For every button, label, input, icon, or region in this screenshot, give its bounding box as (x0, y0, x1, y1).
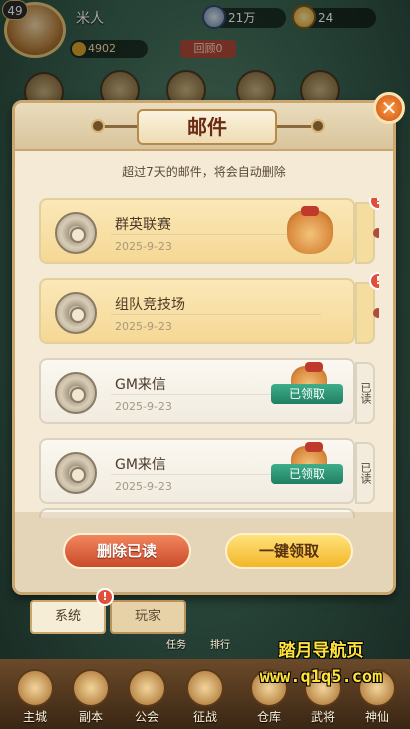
nav-label: 主城 (22, 710, 47, 724)
nav-label: 公会 (134, 710, 159, 724)
dialog-title: 邮件 (137, 109, 277, 145)
dialog-header: 邮件 (15, 103, 393, 151)
rank-label[interactable]: 排行 (210, 636, 230, 651)
mail-title: 群英联赛 (115, 217, 171, 233)
mail-date: 2025-9-23 (115, 480, 172, 493)
auto-delete-hint: 超过7天的邮件，将会自动删除 (122, 165, 286, 179)
system-gear-icon (55, 452, 97, 494)
nav-label: 征战 (192, 710, 217, 724)
nav-item-guild[interactable]: 公会 (122, 669, 172, 725)
mail-title: GM来信 (115, 457, 166, 473)
mail-title: GM来信 (115, 377, 166, 393)
task-label[interactable]: 任务 (166, 636, 186, 651)
divider (111, 314, 321, 315)
mail-date: 2025-9-23 (115, 320, 172, 333)
title-rod (99, 125, 139, 128)
close-icon[interactable]: ✕ (373, 92, 405, 124)
reward-bag-icon (287, 206, 333, 254)
system-gear-icon (55, 292, 97, 334)
read-side-tab: 已读 (355, 442, 375, 504)
claimed-tag: 已领取 (271, 464, 343, 484)
side-pin-icon (373, 228, 379, 238)
guild-icon (128, 669, 166, 707)
mail-item[interactable]: 组队竞技场 2025-9-23 ! (39, 272, 379, 344)
watermark-line2: www.q1q5.com (259, 667, 383, 687)
mail-side-tab (355, 202, 375, 264)
nav-item-main-city[interactable]: 主城 (10, 669, 60, 725)
rod-knob (311, 119, 325, 133)
city-icon (16, 669, 54, 707)
mail-item[interactable]: GM来信 2025-9-23 已领取 已读 (39, 438, 375, 504)
mail-dialog: 邮件 超过7天的邮件，将会自动删除 群英联赛 2025-9-23 ! 组队竞技场… (12, 100, 396, 595)
read-side-tab: 已读 (355, 362, 375, 424)
side-pin-icon (373, 308, 379, 318)
nav-label: 神仙 (364, 710, 389, 724)
mail-title: 组队竞技场 (115, 297, 185, 313)
mail-date: 2025-9-23 (115, 240, 172, 253)
system-gear-icon (55, 372, 97, 414)
mail-list: 群英联赛 2025-9-23 ! 组队竞技场 2025-9-23 ! GM来信 … (39, 198, 379, 518)
dungeon-icon (72, 669, 110, 707)
watermark-line1: 踏月导航页 (278, 641, 364, 661)
nav-label: 仓库 (256, 710, 281, 724)
mail-date: 2025-9-23 (115, 400, 172, 413)
nav-label: 副本 (78, 710, 103, 724)
campaign-icon (186, 669, 224, 707)
claim-all-button[interactable]: 一键领取 (225, 533, 353, 569)
rod-knob (91, 119, 105, 133)
mail-side-tab (355, 282, 375, 344)
delete-read-button[interactable]: 删除已读 (63, 533, 191, 569)
watermark: 踏月导航页 www.q1q5.com (236, 636, 406, 692)
notification-dot: ! (96, 588, 114, 606)
mail-item[interactable]: GM来信 2025-9-23 已领取 已读 (39, 358, 375, 424)
mail-item[interactable]: 群英联赛 2025-9-23 ! (39, 198, 379, 264)
system-gear-icon (55, 212, 97, 254)
tab-player[interactable]: 玩家 (110, 600, 186, 634)
nav-label: 武将 (310, 710, 335, 724)
tab-system[interactable]: 系统 (30, 600, 106, 634)
claimed-tag: 已领取 (271, 384, 343, 404)
nav-item-dungeon[interactable]: 副本 (66, 669, 116, 725)
nav-item-campaign[interactable]: 征战 (180, 669, 230, 725)
